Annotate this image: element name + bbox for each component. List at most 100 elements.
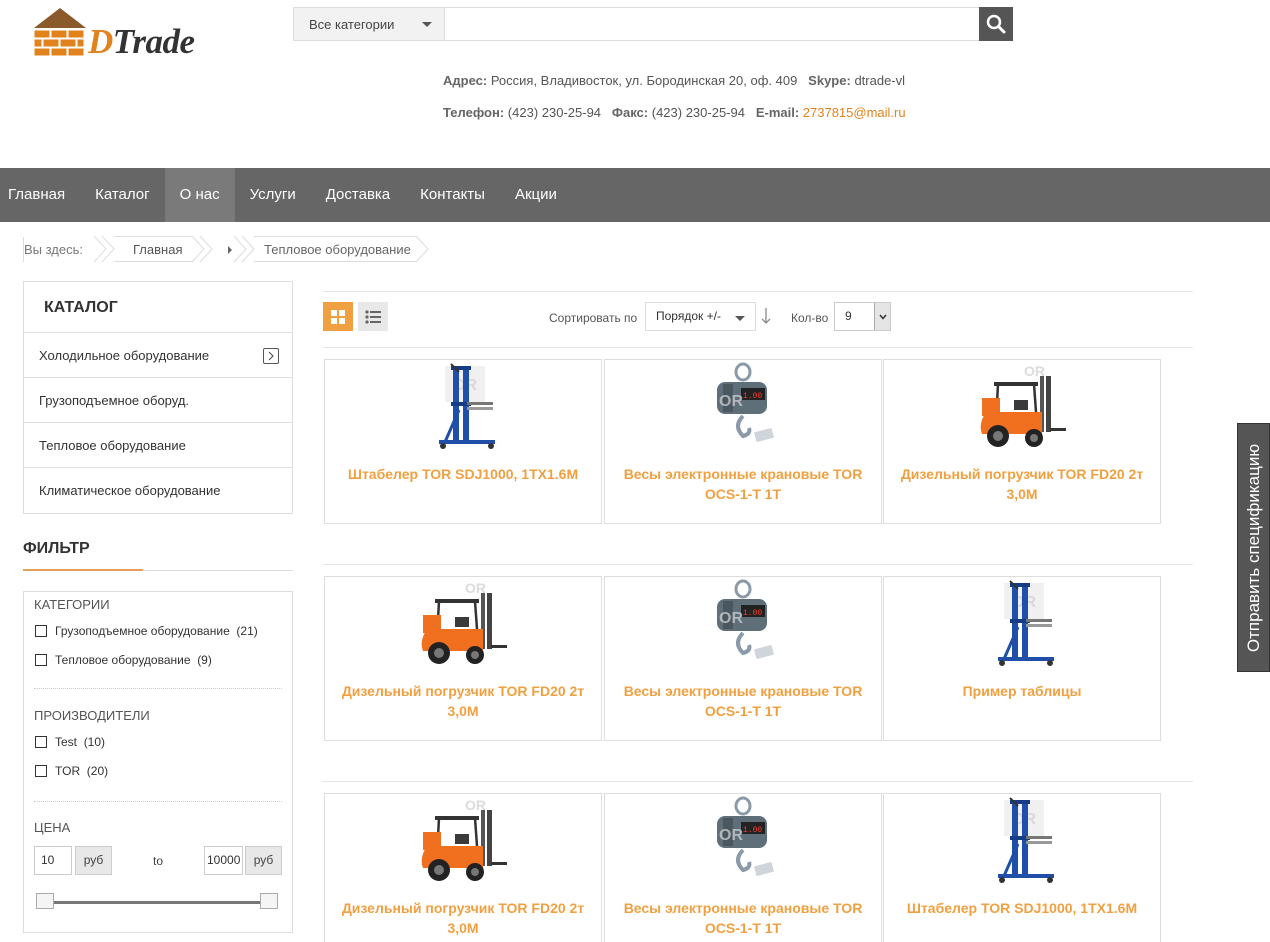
catalog-item-climate[interactable]: Климатическое оборудование	[24, 468, 292, 513]
catalog-item-refrigeration[interactable]: Холодильное оборудование	[24, 333, 292, 378]
product-card[interactable]: OR Дизельный погрузчик TOR FD20 2т 3,0M	[883, 359, 1161, 524]
nav-item-catalog[interactable]: Каталог	[80, 168, 165, 222]
price-to-label: to	[153, 854, 164, 868]
product-image[interactable]: OR	[974, 362, 1070, 452]
breadcrumb: Вы здесь: Главная Тепловое оборудование	[23, 236, 429, 263]
site-logo[interactable]: DTrade	[32, 6, 232, 62]
filter-makers-title: ПРОИЗВОДИТЕЛИ	[34, 708, 150, 723]
checkbox[interactable]	[35, 654, 47, 666]
search-input[interactable]	[445, 8, 979, 40]
filter-option-category[interactable]: Тепловое оборудование (9)	[35, 653, 212, 667]
catalog-item-label: Грузоподъемное оборуд.	[39, 393, 190, 408]
svg-text:OR: OR	[465, 797, 486, 813]
price-slider-max-handle[interactable]	[260, 893, 278, 909]
product-title[interactable]: Дизельный погрузчик TOR FD20 2т 3,0M	[335, 681, 591, 721]
filter-option-label: Грузоподъемное оборудование	[55, 624, 230, 638]
svg-text:1.00: 1.00	[743, 826, 762, 835]
product-card[interactable]: OR Пример таблицы	[883, 576, 1161, 741]
send-specification-label: Отправить спецификацию	[1243, 443, 1263, 652]
product-card[interactable]: 1.00 OR Весы электронные крановые TOR OCS-…	[604, 576, 882, 741]
catalog-title: КАТАЛОГ	[24, 282, 292, 333]
breadcrumb-home[interactable]: Главная	[133, 242, 182, 257]
checkbox[interactable]	[35, 625, 47, 637]
product-card[interactable]: OR Дизельный погрузчик TOR FD20 2т 3,0M	[324, 576, 602, 741]
product-card[interactable]: OR Штабелер TOR SDJ1000, 1TX1.6M	[324, 359, 602, 524]
filter-option-count: (9)	[197, 653, 212, 667]
price-from-currency: руб	[75, 846, 112, 875]
product-card[interactable]: OR Дизельный погрузчик TOR FD20 2т 3,0M	[324, 793, 602, 942]
chevron-down-icon	[422, 22, 432, 27]
expand-icon[interactable]	[263, 348, 279, 364]
search-category-label: Все категории	[309, 16, 395, 32]
price-to-currency: руб	[245, 846, 282, 875]
svg-text:OR: OR	[1024, 363, 1045, 379]
product-image[interactable]: OR	[415, 362, 511, 452]
product-title[interactable]: Штабелер TOR SDJ1000, 1TX1.6M	[335, 464, 591, 484]
send-specification-tab[interactable]: Отправить спецификацию	[1237, 423, 1270, 672]
nav-item-about[interactable]: О нас	[164, 168, 235, 222]
search-category-select[interactable]: Все категории	[294, 8, 445, 40]
product-title[interactable]: Штабелер TOR SDJ1000, 1TX1.6M	[894, 898, 1150, 918]
product-image[interactable]: OR	[415, 579, 511, 669]
product-image[interactable]: OR	[974, 579, 1070, 669]
price-from-input[interactable]: 10	[34, 846, 72, 875]
filter-option-label: TOR	[55, 764, 81, 778]
svg-text:OR: OR	[719, 610, 743, 627]
checkbox[interactable]	[35, 736, 47, 748]
grid-icon	[331, 309, 345, 324]
search-bar: Все категории	[293, 7, 1013, 41]
svg-text:1.00: 1.00	[743, 392, 762, 401]
product-card[interactable]: 1.00 OR Весы электронные крановые TOR OCS-…	[604, 359, 882, 524]
svg-text:OR: OR	[719, 827, 743, 844]
divider	[34, 688, 282, 689]
product-image[interactable]: 1.00 OR	[695, 579, 791, 669]
catalog-item-label: Тепловое оборудование	[39, 438, 186, 453]
product-image[interactable]: 1.00 OR	[695, 362, 791, 452]
sort-direction-icon[interactable]	[760, 307, 772, 325]
catalog-panel: КАТАЛОГ Холодильное оборудование Грузопо…	[23, 281, 293, 514]
nav-item-home[interactable]: Главная	[0, 168, 80, 222]
sort-select[interactable]: Порядок +/-	[645, 302, 756, 331]
list-view-button[interactable]	[358, 302, 388, 331]
checkbox[interactable]	[35, 765, 47, 777]
nav-item-services[interactable]: Услуги	[235, 168, 311, 222]
grid-view-button[interactable]	[323, 302, 353, 331]
filter-option-category[interactable]: Грузоподъемное оборудование (21)	[35, 624, 258, 638]
catalog-item-heating[interactable]: Тепловое оборудование	[24, 423, 292, 468]
divider	[322, 291, 1193, 292]
filter-option-label: Тепловое оборудование	[55, 653, 191, 667]
filter-option-maker[interactable]: Test (10)	[35, 735, 105, 749]
contact-line-phone: Телефон: (423) 230-25-94 Факс: (423) 230…	[443, 105, 906, 120]
product-title[interactable]: Пример таблицы	[894, 681, 1150, 701]
search-button[interactable]	[979, 7, 1013, 41]
catalog-item-label: Холодильное оборудование	[39, 348, 210, 363]
catalog-item-lifting[interactable]: Грузоподъемное оборуд.	[24, 378, 292, 423]
filter-option-count: (10)	[83, 735, 106, 749]
product-image[interactable]: OR	[415, 796, 511, 886]
product-card[interactable]: OR Штабелер TOR SDJ1000, 1TX1.6M	[883, 793, 1161, 942]
email-link[interactable]: 2737815@mail.ru	[803, 105, 906, 120]
nav-item-promotions[interactable]: Акции	[500, 168, 572, 222]
product-title[interactable]: Весы электронные крановые TOR OCS-1-T 1T	[615, 681, 871, 721]
product-image[interactable]: 1.00 OR	[695, 796, 791, 886]
breadcrumb-label: Вы здесь:	[24, 242, 84, 257]
product-title[interactable]: Дизельный погрузчик TOR FD20 2т 3,0M	[894, 464, 1150, 504]
qty-label: Кол-во	[791, 311, 829, 325]
svg-text:OR: OR	[719, 393, 743, 410]
nav-item-delivery[interactable]: Доставка	[311, 168, 405, 222]
price-slider-track[interactable]	[44, 901, 270, 904]
price-slider-min-handle[interactable]	[36, 893, 54, 909]
product-title[interactable]: Весы электронные крановые TOR OCS-1-T 1T	[615, 464, 871, 504]
price-to-input[interactable]: 10000	[204, 846, 243, 875]
product-image[interactable]: OR	[974, 796, 1070, 886]
filter-option-label: Test	[55, 735, 78, 749]
product-title[interactable]: Дизельный погрузчик TOR FD20 2т 3,0M	[335, 898, 591, 938]
catalog-item-label: Климатическое оборудование	[39, 483, 221, 498]
contact-line-address: Адрес: Россия, Владивосток, ул. Бородинс…	[443, 73, 906, 88]
product-title[interactable]: Весы электронные крановые TOR OCS-1-T 1T	[615, 898, 871, 938]
filter-option-maker[interactable]: TOR (20)	[35, 764, 108, 778]
qty-select[interactable]: 9	[834, 302, 891, 331]
product-card[interactable]: 1.00 OR Весы электронные крановые TOR OCS-…	[604, 793, 882, 942]
chevron-down-icon	[735, 316, 745, 321]
nav-item-contacts[interactable]: Контакты	[405, 168, 500, 222]
